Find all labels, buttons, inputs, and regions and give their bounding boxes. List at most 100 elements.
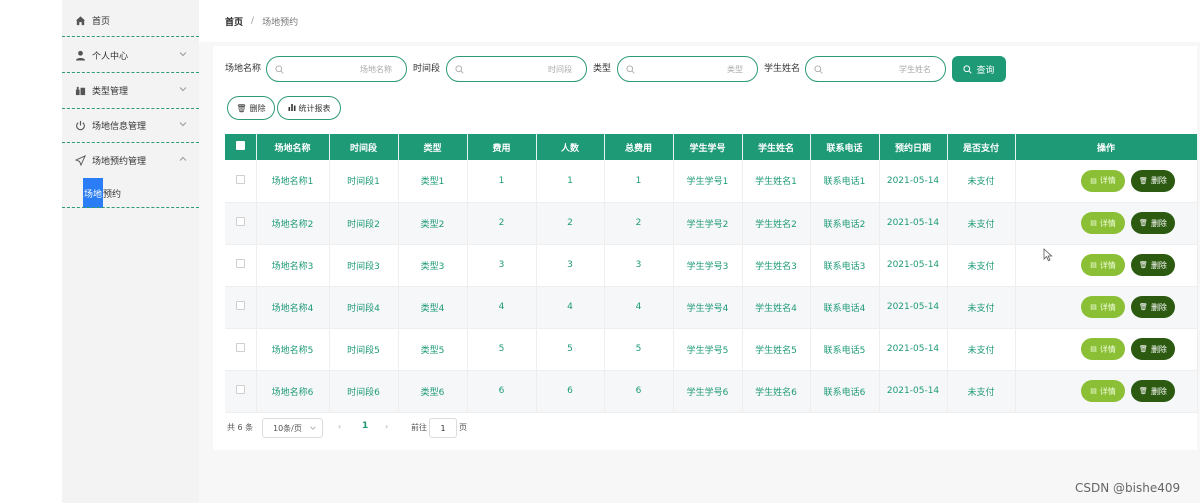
- page-number-current[interactable]: 1: [362, 421, 368, 431]
- detail-button-label: 详情: [1099, 176, 1116, 186]
- search-input-student-name[interactable]: [805, 56, 946, 82]
- row-checkbox[interactable]: [235, 259, 245, 268]
- detail-button[interactable]: ▤ 详情: [1081, 338, 1125, 360]
- chevron-down-icon: [179, 122, 187, 127]
- table-cell: 学生学号4: [673, 286, 743, 329]
- detail-button[interactable]: ▤ 详情: [1081, 380, 1125, 402]
- detail-button[interactable]: ▤ 详情: [1081, 169, 1125, 192]
- row-select-cell[interactable]: [225, 370, 257, 413]
- search-input-venue-name-field[interactable]: [302, 60, 392, 78]
- row-select-cell[interactable]: [225, 244, 257, 287]
- table-cell: 4: [604, 286, 674, 329]
- page-size-select[interactable]: 10条/页: [262, 418, 323, 438]
- table-cell: 场地名称3: [256, 244, 330, 287]
- search-input-student-name-field[interactable]: [841, 60, 931, 78]
- row-checkbox[interactable]: [235, 174, 245, 184]
- row-checkbox[interactable]: [235, 217, 245, 226]
- table-cell: 场地名称1: [256, 160, 330, 203]
- sidebar-subitem-venue-booking[interactable]: 场地 预约: [83, 178, 121, 208]
- table-cell: 时间段3: [329, 244, 399, 287]
- row-checkbox[interactable]: [235, 301, 245, 310]
- search-label-type: 类型: [593, 64, 612, 74]
- search-input-venue-name[interactable]: [266, 56, 407, 82]
- column-header: 操作: [1015, 134, 1198, 160]
- detail-button[interactable]: ▤ 详情: [1081, 254, 1125, 276]
- table-cell: 5: [604, 328, 674, 371]
- column-header: 费用: [467, 134, 537, 160]
- chevron-down-icon: [310, 426, 316, 430]
- column-header: 人数: [536, 134, 605, 160]
- table-cell: 2021-05-14: [879, 286, 948, 329]
- search-input-type-field[interactable]: [653, 60, 743, 78]
- breadcrumb-current: 场地预约: [262, 17, 299, 28]
- row-checkbox[interactable]: [235, 343, 245, 352]
- delete-button[interactable]: 🗑 删除: [1131, 338, 1175, 360]
- search-label-student-name: 学生姓名: [764, 64, 801, 74]
- sidebar-item-type-management[interactable]: 类型管理: [62, 73, 199, 107]
- delete-button[interactable]: 🗑 删除: [1131, 212, 1175, 234]
- power-icon: [74, 119, 86, 131]
- search-input-type[interactable]: [617, 56, 758, 82]
- table-cell: 学生学号2: [673, 202, 743, 245]
- row-select-cell[interactable]: [225, 160, 257, 203]
- breadcrumb: 首页 / 场地预约: [199, 0, 1200, 42]
- batch-delete-button[interactable]: 🗑 删除: [227, 96, 275, 120]
- breadcrumb-separator: /: [251, 16, 255, 26]
- detail-button-label: 详情: [1099, 260, 1116, 270]
- select-all-header[interactable]: [225, 134, 257, 160]
- table-row: 场地名称1 时间段1 类型1 1 1 1 学生学号1 学生姓名1 联系电话1 2…: [225, 160, 1198, 203]
- column-header: 学生姓名: [742, 134, 811, 160]
- statistics-report-button[interactable]: 统计报表: [277, 96, 341, 120]
- sidebar-item-profile[interactable]: 个人中心: [62, 38, 199, 72]
- statistics-report-label: 统计报表: [298, 103, 331, 113]
- table-cell: 场地名称6: [256, 370, 330, 413]
- row-actions: ▤ 详情 🗑 删除: [1015, 286, 1198, 329]
- row-select-cell[interactable]: [225, 328, 257, 371]
- row-checkbox[interactable]: [235, 385, 245, 394]
- prev-page-button[interactable]: ‹: [338, 422, 341, 431]
- sidebar-item-venue-booking[interactable]: 场地预约管理: [62, 143, 199, 177]
- table-row: 场地名称2 时间段2 类型2 2 2 2 学生学号2 学生姓名2 联系电话2 2…: [225, 202, 1198, 245]
- detail-button[interactable]: ▤ 详情: [1081, 212, 1125, 234]
- table-cell: 时间段1: [329, 160, 399, 203]
- chevron-down-icon: [179, 87, 187, 92]
- sidebar-item-home[interactable]: 首页: [62, 3, 199, 37]
- search-input-time-slot[interactable]: [446, 56, 587, 82]
- row-select-cell[interactable]: [225, 202, 257, 245]
- mouse-cursor-icon: [1043, 248, 1053, 262]
- trash-icon: 🗑: [1139, 261, 1148, 269]
- table-cell: 学生学号3: [673, 244, 743, 287]
- sidebar-item-venue-info[interactable]: 场地信息管理: [62, 108, 199, 142]
- sidebar: 首页 个人中心 类型管理 场地信息管理 场地预约管理 场地 预约: [62, 0, 199, 503]
- goto-page-input[interactable]: [429, 418, 457, 438]
- document-icon: ▤: [1090, 345, 1097, 353]
- table-cell: 时间段6: [329, 370, 399, 413]
- document-icon: ▤: [1090, 303, 1097, 311]
- table-cell: 学生学号5: [673, 328, 743, 371]
- watermark: CSDN @bishe409: [1075, 481, 1181, 495]
- delete-button[interactable]: 🗑 删除: [1131, 296, 1175, 318]
- sidebar-item-label: 类型管理: [92, 86, 129, 97]
- table-cell: 学生学号1: [673, 160, 743, 203]
- delete-button[interactable]: 🗑 删除: [1131, 380, 1175, 402]
- chevron-up-icon: [179, 156, 187, 161]
- table-cell: 2021-05-14: [879, 244, 948, 287]
- table-cell: 6: [604, 370, 674, 413]
- select-all-checkbox[interactable]: [235, 141, 245, 150]
- query-button[interactable]: 查询: [952, 56, 1006, 82]
- sidebar-item-label: 个人中心: [92, 51, 129, 62]
- table-cell: 2021-05-14: [879, 160, 948, 203]
- row-select-cell[interactable]: [225, 286, 257, 329]
- detail-button[interactable]: ▤ 详情: [1081, 296, 1125, 318]
- row-actions: ▤ 详情 🗑 删除: [1015, 160, 1198, 203]
- breadcrumb-home[interactable]: 首页: [225, 15, 243, 28]
- search-input-time-slot-field[interactable]: [482, 60, 572, 78]
- table-header-row: 场地名称 时间段 类型 费用 人数 总费用 学生学号 学生姓名 联系电话 预约日…: [225, 134, 1198, 160]
- table-cell: 学生姓名3: [742, 244, 811, 287]
- delete-button[interactable]: 🗑 删除: [1131, 169, 1175, 192]
- next-page-button[interactable]: ›: [385, 422, 388, 431]
- sidebar-subitem-label: 预约: [103, 189, 122, 200]
- table-row: 场地名称5 时间段5 类型5 5 5 5 学生学号5 学生姓名5 联系电话5 2…: [225, 328, 1198, 371]
- table-cell: 时间段4: [329, 286, 399, 329]
- delete-button[interactable]: 🗑 删除: [1131, 254, 1175, 276]
